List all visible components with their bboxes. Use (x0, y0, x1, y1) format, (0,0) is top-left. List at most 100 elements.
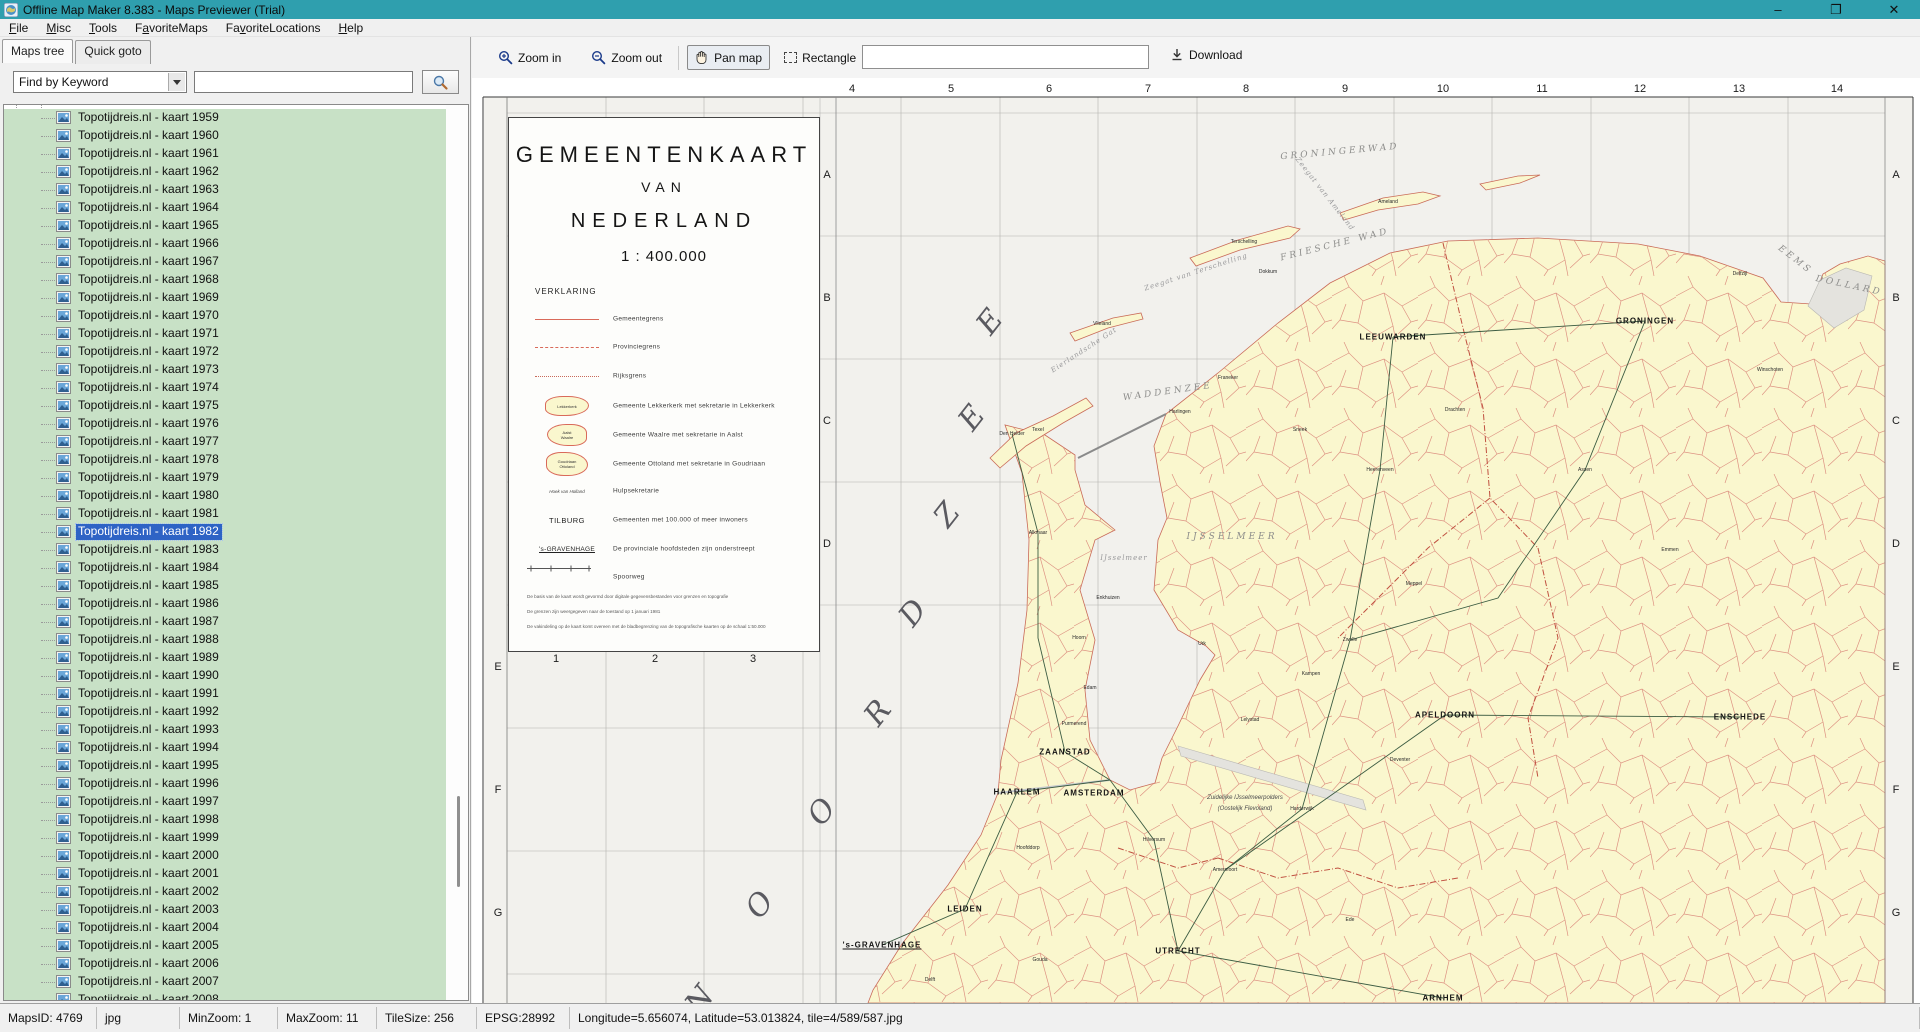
menu-file[interactable]: File (0, 19, 37, 37)
download-button[interactable]: Download (1162, 42, 1250, 67)
tree-item-label: Topotijdreis.nl - kaart 1968 (76, 272, 222, 288)
menu-favoritelocations[interactable]: FavoriteLocations (217, 19, 330, 37)
map-layer-icon (56, 885, 71, 898)
tree-item[interactable]: Topotijdreis.nl - kaart 1999 (4, 829, 448, 847)
tree-item[interactable]: Topotijdreis.nl - kaart 1977 (4, 433, 448, 451)
tree-item[interactable]: Topotijdreis.nl - kaart 1969 (4, 289, 448, 307)
close-button[interactable]: ✕ (1884, 0, 1904, 19)
tree-item[interactable]: Topotijdreis.nl - kaart 1959 (4, 109, 448, 127)
tree-item[interactable]: Topotijdreis.nl - kaart 1997 (4, 793, 448, 811)
tree-item[interactable]: Topotijdreis.nl - kaart 1988 (4, 631, 448, 649)
tree-item[interactable]: Topotijdreis.nl - kaart 1964 (4, 199, 448, 217)
tree-connector (41, 262, 55, 263)
tree-item[interactable]: Topotijdreis.nl - kaart 1994 (4, 739, 448, 757)
tree-item[interactable]: Topotijdreis.nl - kaart 1986 (4, 595, 448, 613)
menu-favoritemaps[interactable]: FavoriteMaps (126, 19, 217, 37)
tree-item[interactable]: Topotijdreis.nl - kaart 2008 (4, 991, 448, 1000)
tree-item[interactable]: Topotijdreis.nl - kaart 1970 (4, 307, 448, 325)
tree-item-label: Topotijdreis.nl - kaart 2002 (76, 884, 222, 900)
tree-connector (41, 550, 55, 551)
tree-item[interactable]: Topotijdreis.nl - kaart 1992 (4, 703, 448, 721)
tree-item[interactable]: Topotijdreis.nl - kaart 1979 (4, 469, 448, 487)
map-layer-icon (56, 669, 71, 682)
minimize-button[interactable]: – (1768, 0, 1788, 19)
tree-item-label: Topotijdreis.nl - kaart 2007 (76, 974, 222, 990)
tree-item-label: Topotijdreis.nl - kaart 2008 (76, 992, 222, 1000)
tree-item[interactable]: Topotijdreis.nl - kaart 1990 (4, 667, 448, 685)
map-layer-icon (56, 525, 71, 538)
tree-item[interactable]: Topotijdreis.nl - kaart 2006 (4, 955, 448, 973)
tree-item[interactable]: Topotijdreis.nl - kaart 1965 (4, 217, 448, 235)
tree-item[interactable]: Topotijdreis.nl - kaart 1972 (4, 343, 448, 361)
tree-item[interactable]: Topotijdreis.nl - kaart 2003 (4, 901, 448, 919)
menu-help[interactable]: Help (330, 19, 373, 37)
combo-dropdown-button[interactable] (168, 73, 185, 91)
tree-item[interactable]: Topotijdreis.nl - kaart 1983 (4, 541, 448, 559)
legend-title-nederland: NEDERLAND (509, 210, 819, 233)
tree-item-label: Topotijdreis.nl - kaart 1974 (76, 380, 222, 396)
tree-item[interactable]: Topotijdreis.nl - kaart 2002 (4, 883, 448, 901)
tree-item[interactable]: Topotijdreis.nl - kaart 1961 (4, 145, 448, 163)
chevron-down-icon (173, 80, 181, 85)
legend-row: Lekkerkerk Gemeente Lekkerkerk met sekre… (509, 393, 819, 419)
menu-tools[interactable]: Tools (80, 19, 126, 37)
tree-item[interactable]: Topotijdreis.nl - kaart 1984 (4, 559, 448, 577)
maps-tree-panel: Topotijdreis.nl - kaart 1959 (3, 104, 469, 1001)
tree-item[interactable]: Topotijdreis.nl - kaart 1968 (4, 271, 448, 289)
rectangle-button[interactable]: Rectangle (776, 46, 864, 70)
tree-item[interactable]: Topotijdreis.nl - kaart 1978 (4, 451, 448, 469)
tree-item[interactable]: Topotijdreis.nl - kaart 1963 (4, 181, 448, 199)
map-layer-icon (56, 723, 71, 736)
tree-item[interactable]: Topotijdreis.nl - kaart 1981 (4, 505, 448, 523)
tree-item[interactable]: Topotijdreis.nl - kaart 1966 (4, 235, 448, 253)
tree-item[interactable]: Topotijdreis.nl - kaart 1960 (4, 127, 448, 145)
zoom-out-button[interactable]: Zoom out (583, 45, 670, 70)
zoom-in-button[interactable]: Zoom in (490, 45, 569, 70)
tree-item[interactable]: Topotijdreis.nl - kaart 1998 (4, 811, 448, 829)
tree-item[interactable]: Topotijdreis.nl - kaart 2001 (4, 865, 448, 883)
tree-item[interactable]: Topotijdreis.nl - kaart 1989 (4, 649, 448, 667)
restore-button[interactable]: ❐ (1826, 0, 1846, 19)
search-input[interactable] (194, 71, 413, 93)
map-layer-icon (56, 237, 71, 250)
tree-item[interactable]: Topotijdreis.nl - kaart 1980 (4, 487, 448, 505)
capital-symbol: 's-GRAVENHAGE (539, 546, 595, 553)
map-layer-icon (56, 651, 71, 664)
tree-item[interactable]: Topotijdreis.nl - kaart 1967 (4, 253, 448, 271)
tree-item[interactable]: Topotijdreis.nl - kaart 1973 (4, 361, 448, 379)
tree-item[interactable]: Topotijdreis.nl - kaart 1995 (4, 757, 448, 775)
tree-item[interactable]: Topotijdreis.nl - kaart 1996 (4, 775, 448, 793)
tree-item[interactable]: Topotijdreis.nl - kaart 1976 (4, 415, 448, 433)
map-layer-icon (56, 381, 71, 394)
search-button[interactable] (422, 70, 459, 94)
tree-item[interactable]: Topotijdreis.nl - kaart 1962 (4, 163, 448, 181)
tree-item[interactable]: Topotijdreis.nl - kaart 1987 (4, 613, 448, 631)
tree-item[interactable]: Topotijdreis.nl - kaart 1975 (4, 397, 448, 415)
status-tile-size: TileSize: 256 (377, 1007, 477, 1029)
tree-item[interactable]: Topotijdreis.nl - kaart 2000 (4, 847, 448, 865)
pan-map-button[interactable]: Pan map (687, 45, 770, 70)
tree-item[interactable]: Topotijdreis.nl - kaart 2007 (4, 973, 448, 991)
menu-misc[interactable]: Misc (37, 19, 80, 37)
tree-item-label: Topotijdreis.nl - kaart 1975 (76, 398, 222, 414)
find-by-keyword-combo[interactable]: Find by Keyword (13, 71, 187, 93)
tree-scrollbar[interactable] (446, 105, 468, 1000)
tree-item-label: Topotijdreis.nl - kaart 1980 (76, 488, 222, 504)
tree-scrollbar-thumb[interactable] (457, 796, 460, 887)
tab-quick-goto[interactable]: Quick goto (75, 40, 150, 64)
map-layer-icon (56, 615, 71, 628)
legend-row: TILBURG Gemeenten met 100.000 of meer in… (509, 508, 819, 532)
toolbar-input[interactable] (862, 45, 1149, 69)
tree-item[interactable]: Topotijdreis.nl - kaart 1993 (4, 721, 448, 739)
tree-item[interactable]: Topotijdreis.nl - kaart 1974 (4, 379, 448, 397)
tree-item[interactable]: Topotijdreis.nl - kaart 2005 (4, 937, 448, 955)
tree-item[interactable]: Topotijdreis.nl - kaart 1971 (4, 325, 448, 343)
map-layer-icon (56, 201, 71, 214)
tree-item-label: Topotijdreis.nl - kaart 1992 (76, 704, 222, 720)
tree-item[interactable]: Topotijdreis.nl - kaart 1982 (4, 523, 448, 541)
tab-maps-tree[interactable]: Maps tree (2, 39, 73, 63)
tree-item[interactable]: Topotijdreis.nl - kaart 2004 (4, 919, 448, 937)
tree-item[interactable]: Topotijdreis.nl - kaart 1985 (4, 577, 448, 595)
tree-connector (41, 784, 55, 785)
tree-item[interactable]: Topotijdreis.nl - kaart 1991 (4, 685, 448, 703)
